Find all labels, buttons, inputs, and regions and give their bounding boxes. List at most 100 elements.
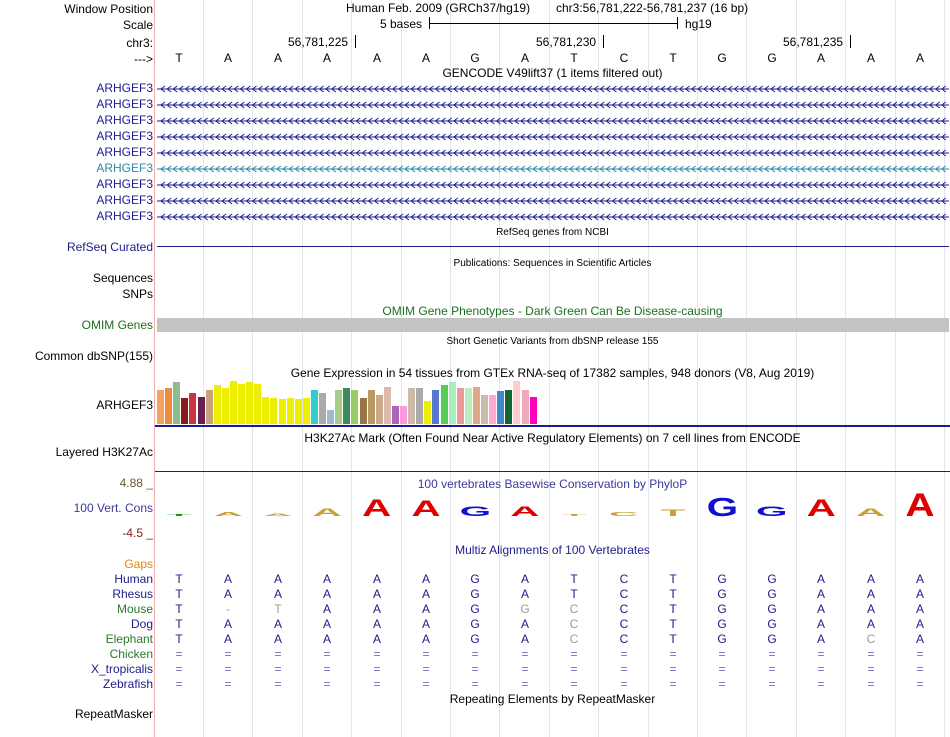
gtex-bar[interactable] (173, 382, 180, 424)
transcript-label[interactable]: ARHGEF3 (96, 129, 153, 143)
track-title-refseq[interactable]: RefSeq genes from NCBI (155, 226, 950, 240)
gtex-bar[interactable] (522, 390, 529, 424)
gtex-bar[interactable] (198, 397, 205, 424)
transcript-intron[interactable] (157, 162, 949, 176)
gtex-bar[interactable] (343, 388, 350, 424)
transcript-label[interactable]: ARHGEF3 (96, 209, 153, 223)
omim-gene-bar[interactable] (157, 318, 949, 332)
gtex-bar[interactable] (189, 393, 196, 424)
gtex-bar[interactable] (222, 388, 229, 424)
transcript-intron[interactable] (157, 178, 949, 192)
gtex-bar[interactable] (481, 395, 488, 424)
gtex-bar[interactable] (238, 384, 245, 424)
gtex-bar[interactable] (368, 390, 375, 424)
transcript-label[interactable]: ARHGEF3 (96, 193, 153, 207)
gtex-bar[interactable] (384, 387, 391, 424)
gtex-bar[interactable] (279, 399, 286, 424)
gtex-bar[interactable] (303, 398, 310, 424)
gtex-bar[interactable] (335, 390, 342, 424)
gtex-bar[interactable] (432, 390, 439, 424)
transcript-intron[interactable] (157, 194, 949, 208)
transcript-label[interactable]: ARHGEF3 (96, 113, 153, 127)
track-label-omim[interactable]: OMIM Genes (82, 318, 153, 332)
gtex-bar[interactable] (230, 381, 237, 424)
gtex-bar[interactable] (449, 382, 456, 424)
refseq-intron-line[interactable] (157, 246, 949, 247)
gtex-bar[interactable] (530, 397, 537, 424)
track-title-repeatmasker[interactable]: Repeating Elements by RepeatMasker (155, 692, 950, 706)
species-label[interactable]: Chicken (110, 647, 153, 661)
position-readout[interactable]: chr3:56,781,222-56,781,237 (16 bp) (556, 1, 748, 15)
transcript-label[interactable]: ARHGEF3 (96, 97, 153, 111)
track-title-dbsnp[interactable]: Short Genetic Variants from dbSNP releas… (155, 335, 950, 349)
species-label[interactable]: Elephant (106, 632, 153, 646)
track-title-publications[interactable]: Publications: Sequences in Scientific Ar… (155, 257, 950, 271)
transcript-intron[interactable] (157, 98, 949, 112)
gtex-bar[interactable] (327, 410, 334, 424)
transcript-label[interactable]: ARHGEF3 (96, 81, 153, 95)
species-label[interactable]: X_tropicalis (91, 662, 153, 676)
alignment-base: A (866, 572, 875, 586)
track-label-sequences[interactable]: Sequences (93, 271, 153, 285)
gtex-bar[interactable] (400, 406, 407, 424)
gtex-bar[interactable] (246, 382, 253, 424)
gtex-bar[interactable] (505, 390, 512, 424)
gtex-bar[interactable] (473, 387, 480, 424)
track-title-h3k27ac[interactable]: H3K27Ac Mark (Often Found Near Active Re… (155, 431, 950, 445)
alignment-base: A (322, 617, 331, 631)
gtex-bar[interactable] (270, 398, 277, 424)
track-label-h3k27ac[interactable]: Layered H3K27Ac (56, 445, 153, 459)
gtex-bar-chart[interactable] (157, 381, 537, 424)
track-title-gencode[interactable]: GENCODE V49lift37 (1 items filtered out) (155, 66, 950, 80)
gtex-bar[interactable] (408, 388, 415, 424)
transcript-intron[interactable] (157, 114, 949, 128)
transcript-intron[interactable] (157, 82, 949, 96)
track-label-snps[interactable]: SNPs (122, 287, 153, 301)
species-label[interactable]: Mouse (117, 602, 153, 616)
gtex-bar[interactable] (424, 401, 431, 424)
gtex-bar[interactable] (287, 398, 294, 424)
gtex-bar[interactable] (465, 388, 472, 424)
transcript-intron[interactable] (157, 146, 949, 160)
gtex-bar[interactable] (319, 393, 326, 424)
species-label[interactable]: Human (114, 572, 153, 586)
gtex-bar[interactable] (457, 388, 464, 424)
gtex-bar[interactable] (214, 385, 221, 424)
track-title-omim[interactable]: OMIM Gene Phenotypes - Dark Green Can Be… (155, 304, 950, 318)
gtex-bar[interactable] (351, 390, 358, 424)
transcript-intron[interactable] (157, 130, 949, 144)
track-label-repeatmasker[interactable]: RepeatMasker (75, 707, 153, 721)
species-label[interactable]: Rhesus (112, 587, 153, 601)
track-label-phylop[interactable]: 100 Vert. Cons (74, 501, 153, 515)
transcript-label[interactable]: ARHGEF3 (96, 177, 153, 191)
species-label[interactable]: Zebrafish (103, 677, 153, 691)
species-label[interactable]: Dog (131, 617, 153, 631)
gtex-bar[interactable] (254, 384, 261, 424)
alignment-base: A (372, 602, 381, 616)
gtex-bar[interactable] (360, 398, 367, 424)
track-label-dbsnp[interactable]: Common dbSNP(155) (35, 349, 153, 363)
gtex-bar[interactable] (262, 397, 269, 424)
gtex-bar[interactable] (497, 391, 504, 424)
gtex-bar[interactable] (311, 390, 318, 424)
gtex-bar[interactable] (165, 388, 172, 424)
track-title-gtex[interactable]: Gene Expression in 54 tissues from GTEx … (155, 366, 950, 380)
gtex-bar[interactable] (295, 399, 302, 424)
gtex-bar[interactable] (513, 381, 520, 424)
transcript-label[interactable]: ARHGEF3 (96, 161, 153, 175)
gtex-bar[interactable] (376, 395, 383, 424)
gtex-bar[interactable] (181, 398, 188, 424)
track-label-refseq[interactable]: RefSeq Curated (67, 240, 153, 254)
gtex-bar[interactable] (489, 395, 496, 424)
phylop-logo[interactable]: TAAAAAGATCTGGAAA (155, 488, 950, 522)
alignment-base: = (471, 662, 479, 676)
gtex-bar[interactable] (416, 388, 423, 424)
transcript-intron[interactable] (157, 210, 949, 224)
gtex-bar[interactable] (157, 390, 164, 424)
track-title-multiz[interactable]: Multiz Alignments of 100 Vertebrates (155, 543, 950, 557)
gtex-bar[interactable] (441, 385, 448, 424)
gtex-bar[interactable] (392, 406, 399, 424)
track-label-gtex[interactable]: ARHGEF3 (96, 398, 153, 412)
transcript-label[interactable]: ARHGEF3 (96, 145, 153, 159)
gtex-bar[interactable] (206, 390, 213, 424)
